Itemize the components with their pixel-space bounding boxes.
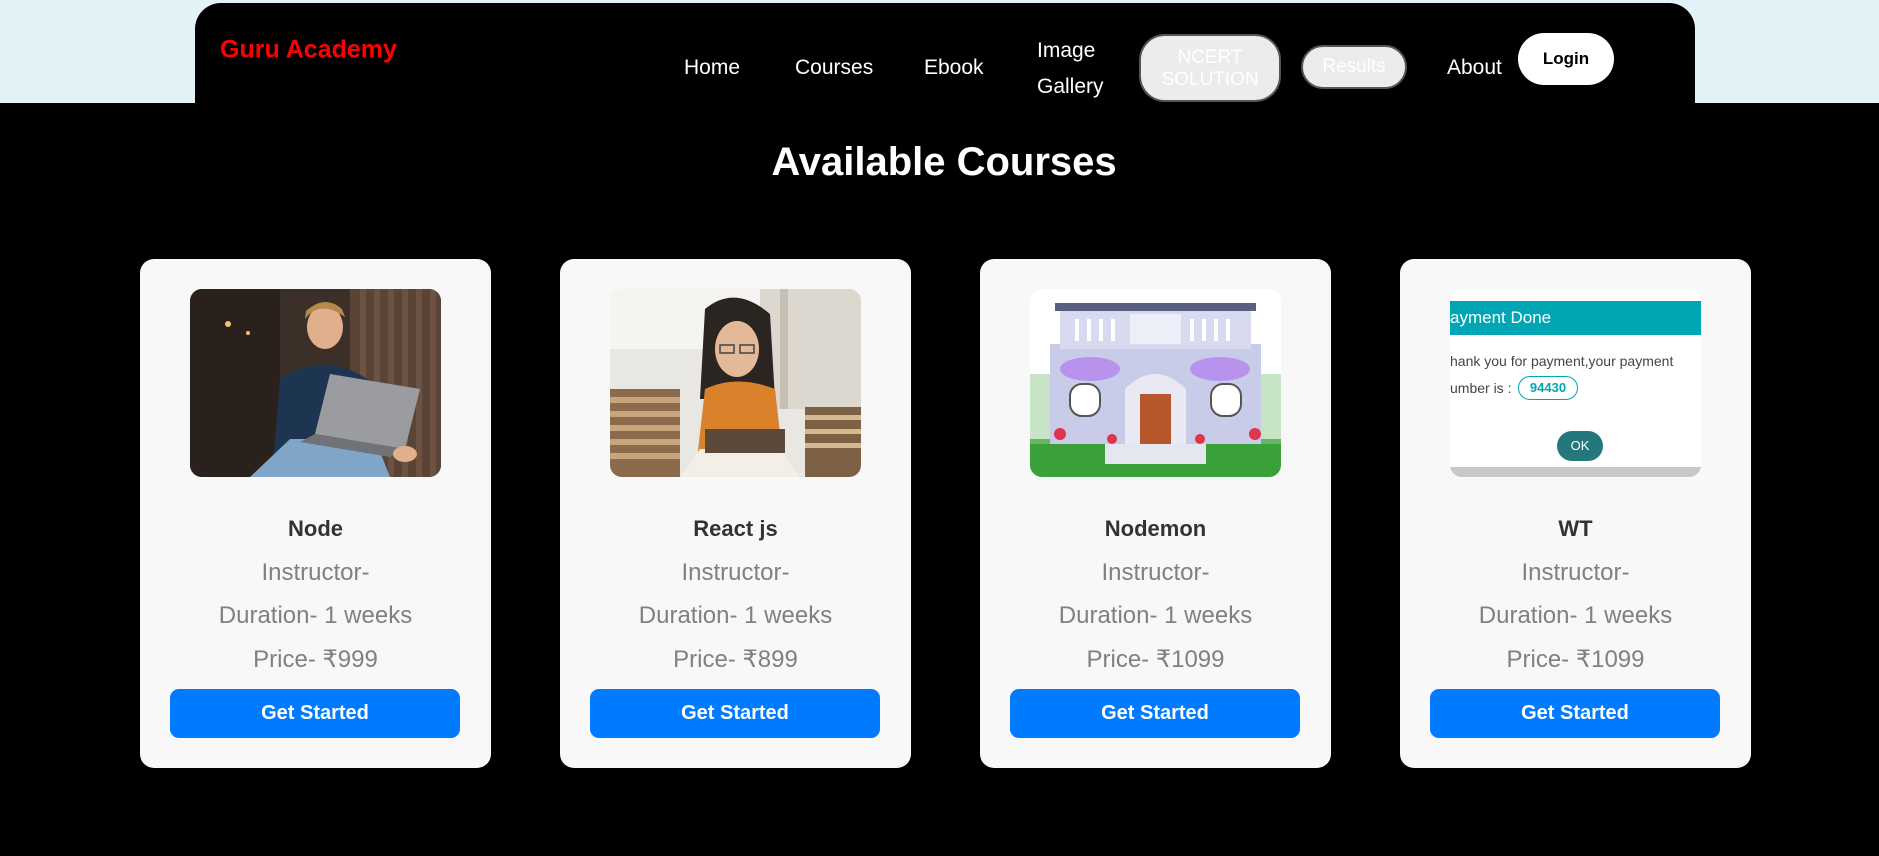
nav-gallery-label: Gallery: [1037, 75, 1104, 98]
course-card-nodemon: Nodemon Instructor- Duration- 1 weeks Pr…: [980, 259, 1331, 768]
payment-text-line1: hank you for payment,your payment: [1450, 353, 1674, 369]
nav-image-label: Image: [1037, 39, 1096, 62]
image-bottom-bar: [1450, 467, 1701, 477]
course-duration: Duration- 1 weeks: [1478, 602, 1673, 629]
nav-image-gallery[interactable]: Image Gallery: [1037, 33, 1104, 105]
course-price: Price- ₹1099: [1506, 646, 1645, 673]
nav-about[interactable]: About: [1447, 50, 1502, 86]
course-image-nodemon: [1030, 289, 1281, 477]
nav-courses[interactable]: Courses: [795, 50, 873, 86]
course-price: Price- ₹899: [673, 646, 798, 673]
payment-text-line2: umber is :: [1450, 380, 1512, 396]
get-started-button[interactable]: Get Started: [1430, 689, 1720, 738]
payment-ok-button: OK: [1557, 431, 1603, 461]
ncert-label: NCERT: [1177, 47, 1243, 68]
course-image-wt: ayment Done hank you for payment,your pa…: [1450, 289, 1701, 477]
course-card-wt: ayment Done hank you for payment,your pa…: [1400, 259, 1751, 768]
course-duration: Duration- 1 weeks: [638, 602, 833, 629]
page-title: Available Courses: [771, 140, 1117, 184]
navbar: Guru Academy Home Courses Ebook Image Ga…: [195, 3, 1695, 103]
course-instructor: Instructor-: [681, 559, 790, 586]
login-button[interactable]: Login: [1518, 33, 1614, 85]
course-title: Node: [288, 516, 343, 541]
results-button[interactable]: Results: [1301, 45, 1407, 89]
nav-home[interactable]: Home: [684, 50, 740, 86]
course-instructor: Instructor-: [261, 559, 370, 586]
payment-number-badge: 94430: [1518, 376, 1578, 400]
course-title: Nodemon: [1104, 516, 1207, 541]
brand-logo[interactable]: Guru Academy: [220, 36, 397, 65]
course-title: WT: [1558, 516, 1593, 541]
course-card-react-js: React js Instructor- Duration- 1 weeks P…: [560, 259, 911, 768]
course-title: React js: [693, 516, 778, 541]
payment-header: ayment Done: [1450, 301, 1701, 335]
course-duration: Duration- 1 weeks: [1058, 602, 1253, 629]
course-instructor: Instructor-: [1101, 559, 1210, 586]
get-started-button[interactable]: Get Started: [1010, 689, 1300, 738]
course-duration: Duration- 1 weeks: [218, 602, 413, 629]
solution-label: SOLUTION: [1161, 69, 1259, 90]
nav-ebook[interactable]: Ebook: [924, 50, 984, 86]
course-image-react-js: [610, 289, 861, 477]
course-price: Price- ₹999: [253, 646, 378, 673]
course-price: Price- ₹1099: [1086, 646, 1225, 673]
get-started-button[interactable]: Get Started: [170, 689, 460, 738]
course-card-node: Node Instructor- Duration- 1 weeks Price…: [140, 259, 491, 768]
course-image-node: [190, 289, 441, 477]
get-started-button[interactable]: Get Started: [590, 689, 880, 738]
course-instructor: Instructor-: [1521, 559, 1630, 586]
ncert-solution-button[interactable]: NCERT SOLUTION: [1139, 34, 1281, 102]
